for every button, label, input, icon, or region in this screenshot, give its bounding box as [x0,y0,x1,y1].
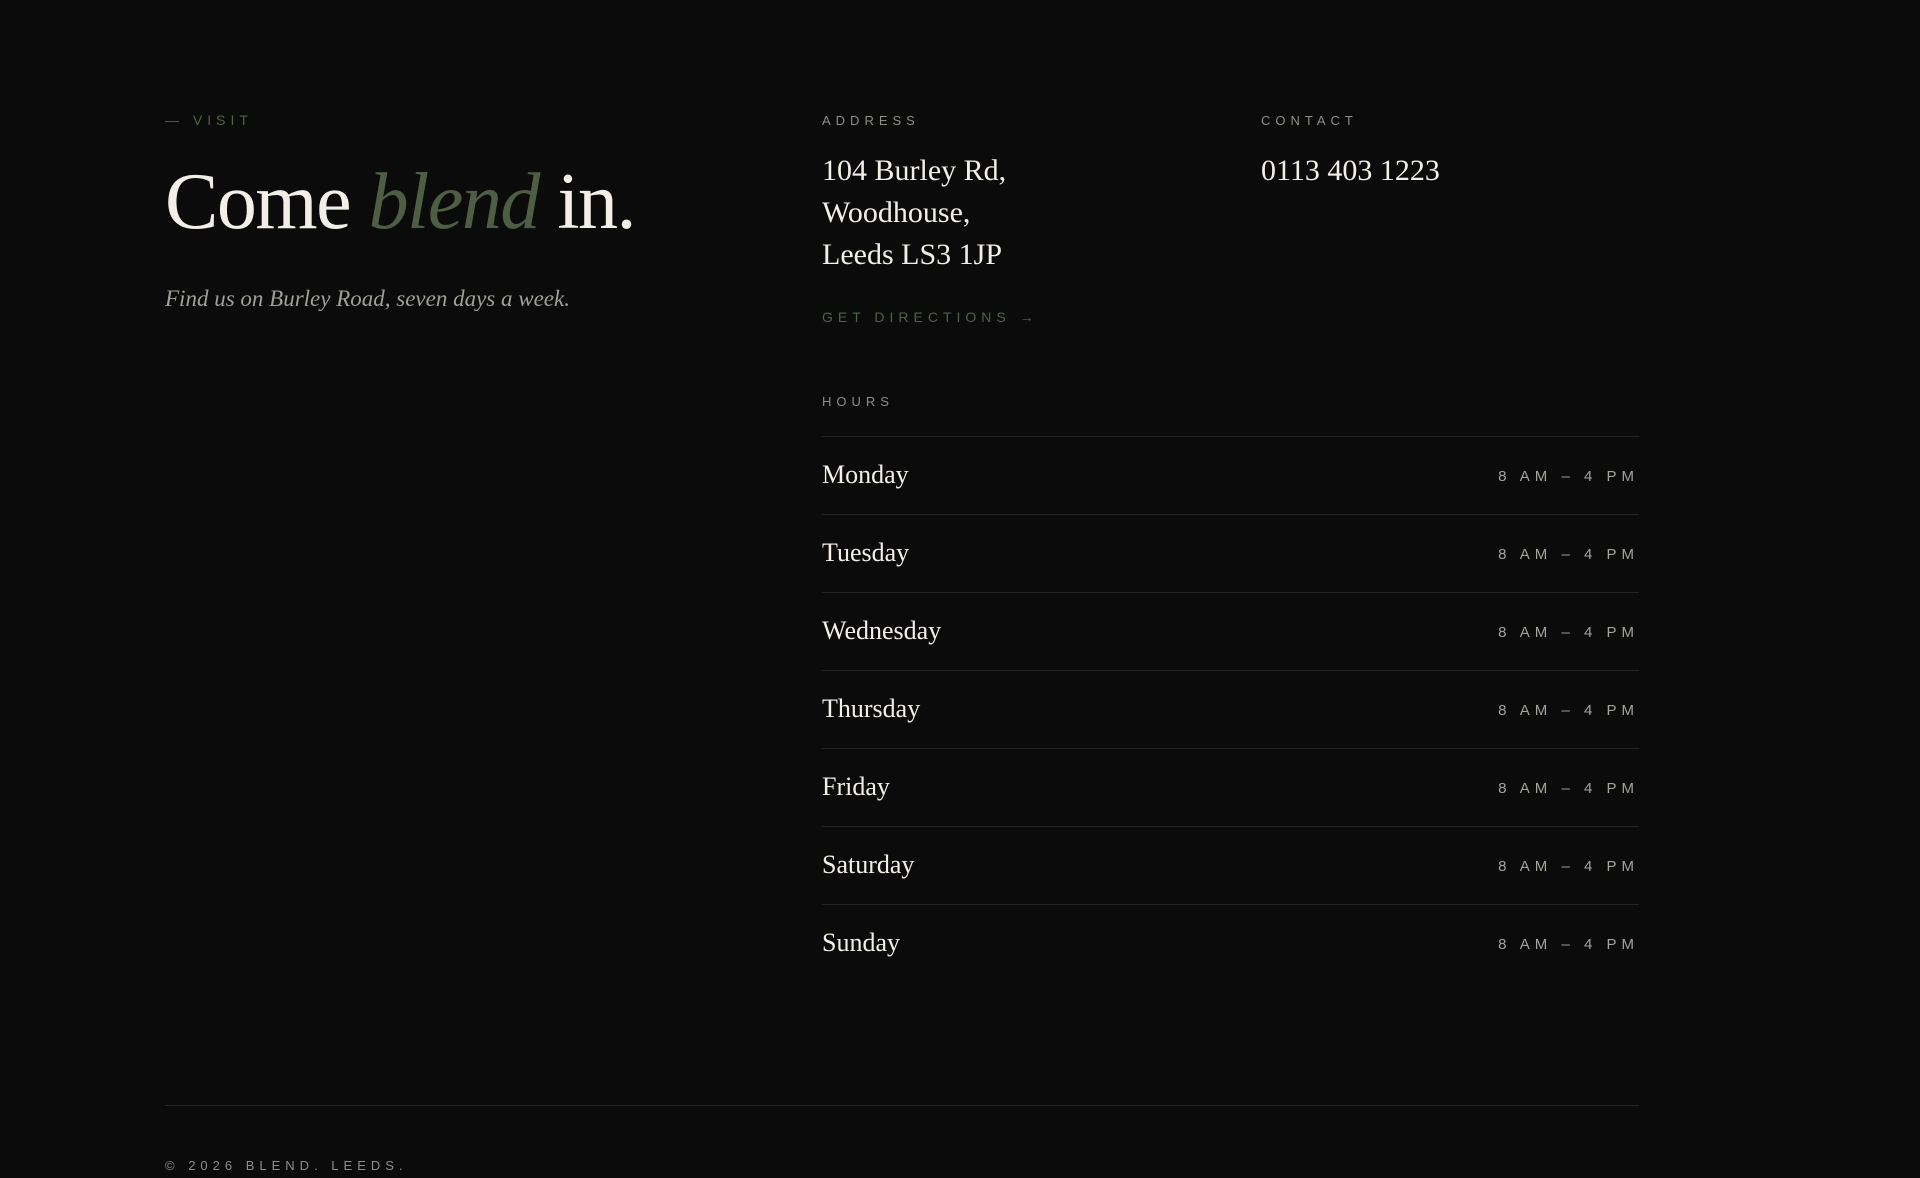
hours-row: Tuesday 8 AM – 4 PM [822,515,1639,593]
opening-hours: 8 AM – 4 PM [1498,468,1639,485]
footer-copyright: © 2026 BLEND. LEEDS. [165,1158,408,1173]
hours-row: Friday 8 AM – 4 PM [822,749,1639,827]
address-line: 104 Burley Rd, [822,154,1007,187]
day-name: Wednesday [822,616,942,645]
day-name: Friday [822,772,890,801]
headline-start: Come [165,158,369,246]
address-label: ADDRESS [822,113,920,128]
opening-hours: 8 AM – 4 PM [1498,780,1639,797]
day-name: Monday [822,460,909,489]
day-name: Sunday [822,928,900,957]
address-block: 104 Burley Rd, Woodhouse, Leeds LS3 1JP [822,150,1006,276]
opening-hours: 8 AM – 4 PM [1498,858,1639,875]
address-line: Leeds LS3 1JP [822,238,1002,271]
day-name: Tuesday [822,538,910,567]
section-subtitle: Find us on Burley Road, seven days a wee… [165,286,570,311]
opening-hours: 8 AM – 4 PM [1498,702,1639,719]
page-title: Come blend in. [165,152,637,252]
phone-number-link[interactable]: 0113 403 1223 [1261,150,1440,192]
opening-hours: 8 AM – 4 PM [1498,936,1639,953]
hours-label: HOURS [822,394,894,409]
hours-row: Sunday 8 AM – 4 PM [822,905,1639,982]
hours-row: Wednesday 8 AM – 4 PM [822,593,1639,671]
hours-row: Thursday 8 AM – 4 PM [822,671,1639,749]
hours-row: Monday 8 AM – 4 PM [822,437,1639,515]
visit-section: — VISIT Come blend in. Find us on Burley… [0,0,1920,1178]
hours-row: Saturday 8 AM – 4 PM [822,827,1639,905]
opening-hours: 8 AM – 4 PM [1498,624,1639,641]
day-name: Thursday [822,694,921,723]
contact-label: CONTACT [1261,113,1358,128]
headline-end: in. [538,158,636,246]
get-directions-link[interactable]: GET DIRECTIONS → [822,309,1039,325]
headline-accent-word: blend [368,158,541,246]
footer-divider [165,1105,1639,1106]
address-line: Woodhouse, [822,196,971,229]
opening-hours: 8 AM – 4 PM [1498,546,1639,563]
hours-table: Monday 8 AM – 4 PM Tuesday 8 AM – 4 PM W… [822,436,1639,982]
section-eyebrow: — VISIT [165,112,253,128]
day-name: Saturday [822,850,915,879]
